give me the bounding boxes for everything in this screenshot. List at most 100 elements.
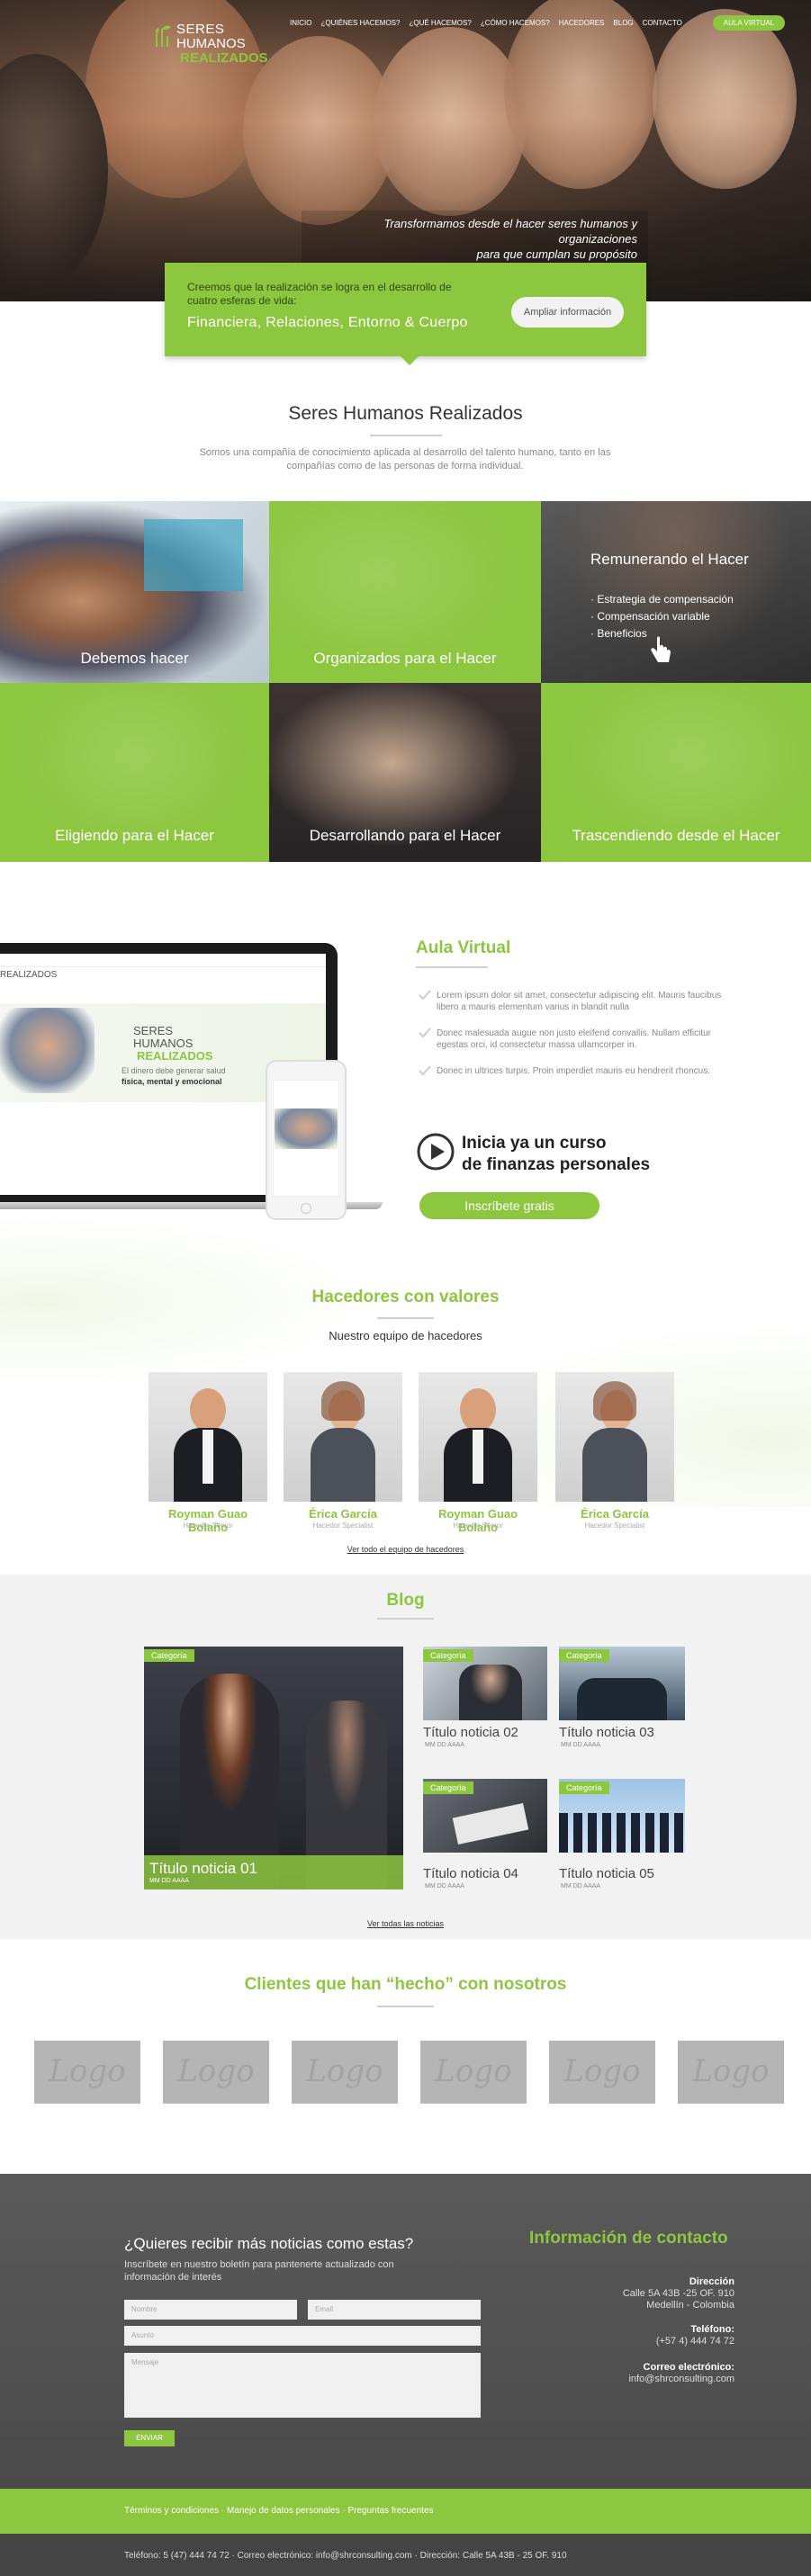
ver-noticias-link[interactable]: Ver todas las noticias xyxy=(0,1919,811,1928)
aula-virtual-button[interactable]: AULA VIRTUAL xyxy=(712,15,786,31)
tile-debemos-hacer[interactable]: Debemos hacer xyxy=(0,501,269,683)
tile-label: Organizados para el Hacer xyxy=(313,650,497,667)
tile-label: Eligiendo para el Hacer xyxy=(55,827,214,844)
hand-cursor-icon xyxy=(651,636,671,662)
news-date: MM DD AAAA xyxy=(561,1883,600,1889)
client-logo-text: Logo xyxy=(692,2053,770,2089)
news-date: MM DD AAAA xyxy=(149,1878,189,1884)
phone-mockup xyxy=(266,1060,347,1220)
category-badge[interactable]: Categoría xyxy=(559,1649,609,1662)
tile-label: Debemos hacer xyxy=(80,650,189,667)
checklist-text: Donec malesuada augue non justo eleifend… xyxy=(437,1028,711,1050)
checklist-text: Lorem ipsum dolor sit amet, consectetur … xyxy=(437,991,722,1012)
hero-caption-line2: para que cumplan su propósito xyxy=(476,247,637,261)
play-icon[interactable] xyxy=(417,1133,455,1171)
tile-desarrollando[interactable]: Desarrollando para el Hacer xyxy=(269,683,541,862)
subject-field[interactable]: Asunto xyxy=(124,2326,481,2346)
contact-address: Dirección Calle 5A 43B -25 OF. 910 Medel… xyxy=(623,2276,734,2311)
blog-post-image[interactable]: Categoría xyxy=(423,1779,547,1853)
enviar-button[interactable]: ENVIAR xyxy=(124,2430,175,2446)
inscribete-button[interactable]: Inscríbete gratis xyxy=(419,1192,599,1219)
nav-item-como[interactable]: ¿CÓMO HACEMOS? xyxy=(481,19,550,27)
team-subtitle: Nuestro equipo de hacedores xyxy=(329,1329,482,1342)
tile-label: Trascendiendo desde el Hacer xyxy=(572,827,780,844)
news-title[interactable]: Título noticia 04 xyxy=(423,1866,518,1881)
footer-links-bar: Términos y condiciones · Manejo de datos… xyxy=(0,2489,811,2534)
name-field[interactable]: Nombre xyxy=(124,2300,297,2320)
address-line1: Calle 5A 43B -25 OF. 910 xyxy=(622,2288,734,2299)
team-member-photo xyxy=(149,1372,267,1502)
checkmark-icon xyxy=(419,1028,431,1038)
title-divider xyxy=(370,435,442,436)
category-badge[interactable]: Categoría xyxy=(423,1782,473,1794)
team-member-role: Hacedor Senior xyxy=(453,1521,503,1530)
blog-section xyxy=(0,1575,811,1939)
team-member-role: Hacedor Senior xyxy=(183,1521,233,1530)
checklist-text: Donec in ultrices turpis. Proin imperdie… xyxy=(437,1066,711,1076)
main-nav: INICIO ¿QUIÉNES HACEMOS? ¿QUÉ HACEMOS? ¿… xyxy=(290,15,786,31)
team-member-photo xyxy=(555,1372,674,1502)
contact-title: Información de contacto xyxy=(529,2229,728,2248)
news-title[interactable]: Título noticia 03 xyxy=(559,1725,654,1740)
nav-item-que[interactable]: ¿QUÉ HACEMOS? xyxy=(409,19,471,27)
screen-text1: El dinero debe generar salud xyxy=(122,1066,226,1075)
course-line2: de finanzas personales xyxy=(462,1155,651,1174)
email-value[interactable]: info@shrconsulting.com xyxy=(628,2374,734,2385)
blog-post-image[interactable]: Categoría xyxy=(423,1647,547,1720)
contact-email: Correo electrónico: info@shrconsulting.c… xyxy=(628,2362,734,2385)
course-line1: Inicia ya un curso xyxy=(462,1134,607,1153)
client-logo: Logo xyxy=(292,2041,398,2104)
ampliar-informacion-button[interactable]: Ampliar información xyxy=(511,297,624,328)
nav-item-hacedores[interactable]: HACEDORES xyxy=(559,19,605,27)
team-title: Hacedores con valores xyxy=(311,1288,500,1306)
category-badge[interactable]: Categoría xyxy=(144,1649,194,1662)
client-logo: Logo xyxy=(678,2041,784,2104)
client-logo-text: Logo xyxy=(435,2053,512,2089)
client-logo: Logo xyxy=(163,2041,269,2104)
category-badge[interactable]: Categoría xyxy=(559,1782,609,1794)
nav-item-blog[interactable]: BLOG xyxy=(613,19,633,27)
blog-post-featured[interactable]: Categoría Título noticia 01 MM DD AAAA xyxy=(144,1647,403,1889)
message-field[interactable]: Mensaje xyxy=(124,2353,481,2418)
checkmark-icon xyxy=(419,990,431,1001)
hero-caption: Transformamos desde el hacer seres human… xyxy=(302,211,648,267)
footer-bottom-bar: Teléfono: 5 (47) 444 74 72 · Correo elec… xyxy=(0,2534,811,2576)
contact-phone: Teléfono: (+57 4) 444 74 72 xyxy=(656,2324,734,2347)
email-field[interactable]: Email xyxy=(308,2300,481,2320)
nav-item-contacto[interactable]: CONTACTO xyxy=(643,19,682,27)
checkmark-icon xyxy=(419,1065,431,1076)
screen-text2: física, mental y emocional xyxy=(122,1077,222,1086)
news-title[interactable]: Título noticia 02 xyxy=(423,1725,518,1740)
newsletter-title: ¿Quieres recibir más noticias como estas… xyxy=(124,2235,414,2252)
tile-list-item: · Estrategia de compensación xyxy=(590,593,734,606)
footer-links[interactable]: Términos y condiciones · Manejo de datos… xyxy=(124,2506,434,2516)
tile-remunerando[interactable]: Remunerando el Hacer · Estrategia de com… xyxy=(541,501,811,683)
logo-line2: HUMANOS xyxy=(176,36,246,51)
tile-trascendiendo[interactable]: Trascendiendo desde el Hacer xyxy=(541,683,811,862)
team-member-photo xyxy=(284,1372,402,1502)
tile-eligiendo[interactable]: Eligiendo para el Hacer xyxy=(0,683,269,862)
blog-post-image[interactable]: Categoría xyxy=(559,1647,685,1720)
news-title[interactable]: Título noticia 05 xyxy=(559,1866,654,1881)
news-title: Título noticia 01 xyxy=(149,1860,258,1877)
logo-line3: REALIZADOS xyxy=(180,50,268,66)
ver-equipo-link[interactable]: Ver todo el equipo de hacedores xyxy=(0,1545,811,1554)
devices-mockup: REALIZADOS SERES HUMANOS REALIZADOS El d… xyxy=(0,943,383,1220)
title-divider xyxy=(416,966,488,968)
nav-item-inicio[interactable]: INICIO xyxy=(290,19,311,27)
client-logo-text: Logo xyxy=(177,2053,255,2089)
site-logo[interactable]: SERES HUMANOS REALIZADOS xyxy=(153,20,268,66)
category-badge[interactable]: Categoría xyxy=(423,1649,473,1662)
title-divider xyxy=(377,1317,434,1319)
title-divider xyxy=(377,2006,434,2007)
phone-label: Teléfono: xyxy=(690,2324,734,2335)
address-line2: Medellín - Colombia xyxy=(646,2300,734,2311)
tile-organizados[interactable]: Organizados para el Hacer xyxy=(269,501,541,683)
checklist-item: Donec in ultrices turpis. Proin imperdie… xyxy=(419,1065,725,1077)
card-notch xyxy=(401,356,419,365)
blog-post-image[interactable]: Categoría xyxy=(559,1779,685,1853)
address-label: Dirección xyxy=(689,2276,734,2287)
checklist-item: Donec malesuada augue non justo eleifend… xyxy=(419,1028,725,1051)
phone-value[interactable]: (+57 4) 444 74 72 xyxy=(656,2336,734,2347)
nav-item-quienes[interactable]: ¿QUIÉNES HACEMOS? xyxy=(320,19,400,27)
